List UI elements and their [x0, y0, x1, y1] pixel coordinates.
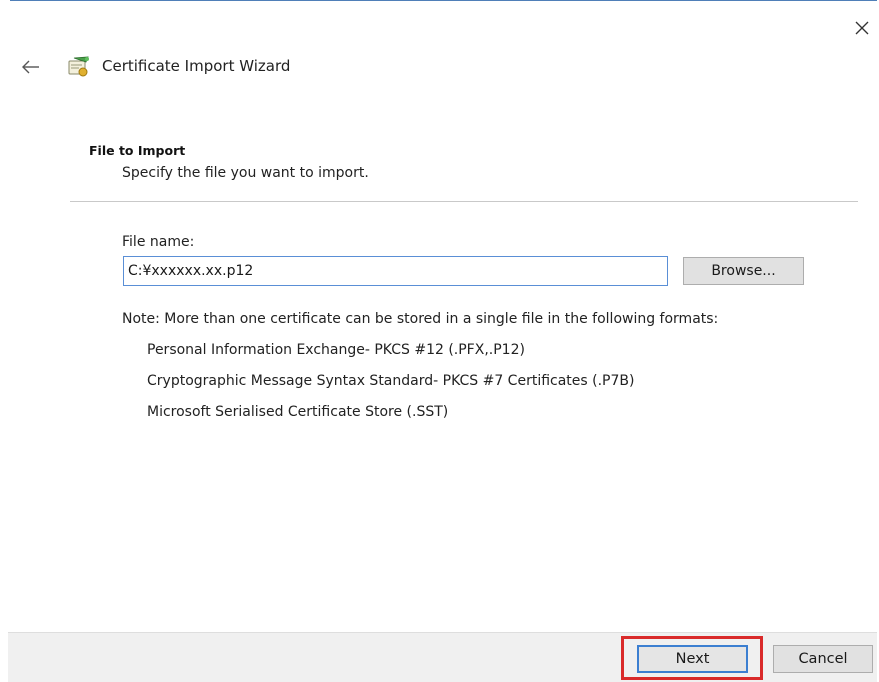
page-description: Specify the file you want to import.	[122, 165, 369, 181]
format-sst: Microsoft Serialised Certificate Store (…	[147, 404, 449, 420]
window-top-border	[10, 0, 877, 1]
close-button[interactable]	[848, 14, 876, 42]
formats-note: Note: More than one certificate can be s…	[122, 311, 719, 327]
next-button[interactable]: Next	[637, 645, 748, 673]
back-arrow-icon	[22, 60, 39, 74]
browse-button[interactable]: Browse...	[683, 257, 804, 285]
certificate-import-wizard-window: Certificate Import Wizard File to Import…	[0, 0, 879, 682]
format-p7b: Cryptographic Message Syntax Standard- P…	[147, 373, 635, 389]
cancel-button[interactable]: Cancel	[773, 645, 873, 673]
file-name-label: File name:	[122, 234, 195, 250]
certificate-wizard-icon	[68, 56, 89, 77]
file-name-input[interactable]	[123, 256, 668, 286]
back-button[interactable]	[14, 54, 48, 80]
wizard-title: Certificate Import Wizard	[102, 57, 291, 75]
header-divider	[70, 201, 858, 202]
close-icon	[855, 21, 869, 35]
page-heading: File to Import	[89, 143, 186, 158]
format-pfx: Personal Information Exchange- PKCS #12 …	[147, 342, 525, 358]
